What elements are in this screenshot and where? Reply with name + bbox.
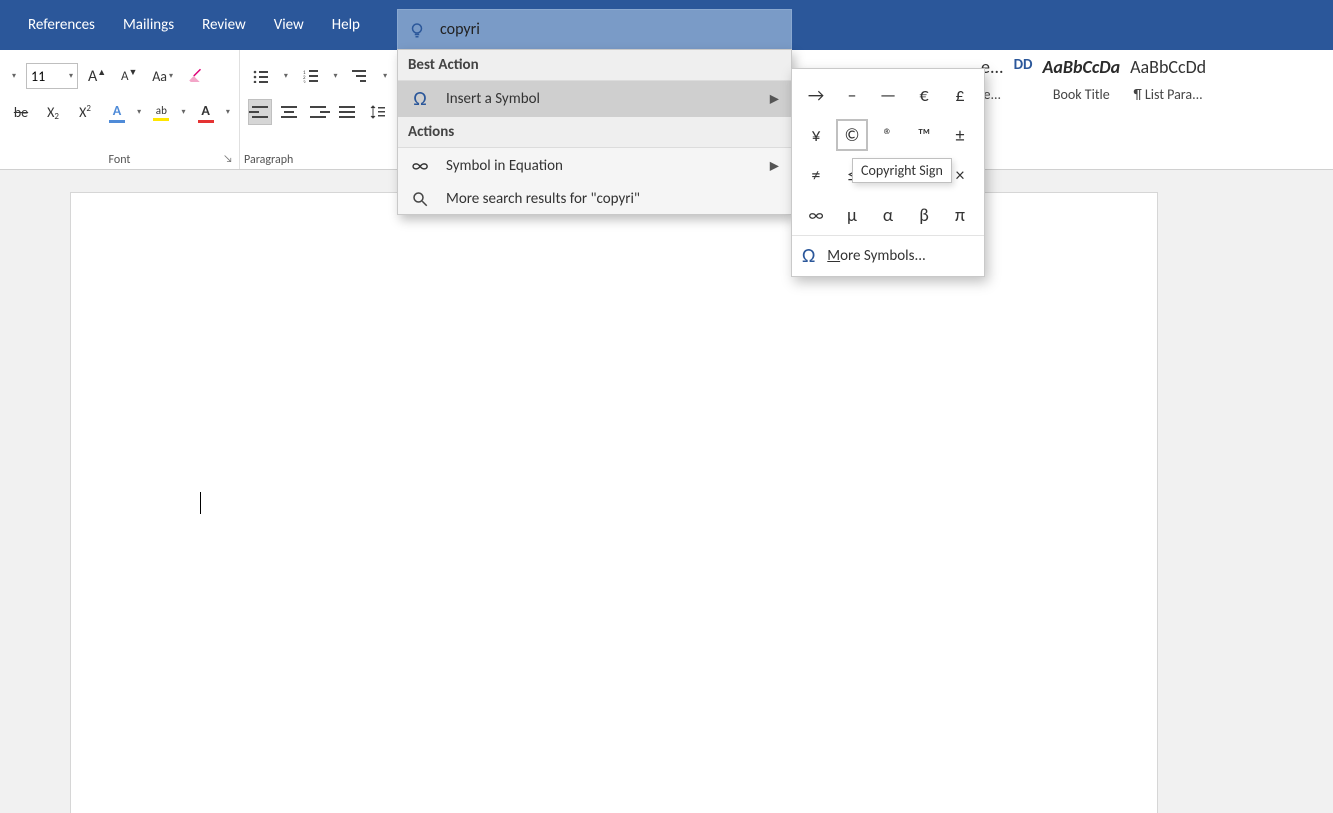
lightbulb-icon	[406, 19, 428, 41]
tab-review[interactable]: Review	[188, 0, 260, 50]
symbol-alpha[interactable]: α	[872, 199, 904, 231]
subscript-button[interactable]: X2	[40, 98, 66, 126]
document-page[interactable]	[70, 192, 1158, 813]
numbering-button[interactable]: 123	[298, 62, 324, 90]
font-size-value: 11	[31, 68, 45, 85]
symbol-euro[interactable]: €	[908, 79, 940, 111]
dd-header-actions: Actions	[398, 117, 791, 148]
dd-more-search[interactable]: More search results for "copyri"	[398, 184, 791, 214]
font-name-dropdown-arrow[interactable]: ▾	[8, 71, 20, 81]
more-symbols-label: More Symbols...	[827, 247, 926, 265]
highlight-arrow[interactable]: ▾	[180, 107, 186, 117]
tab-view[interactable]: View	[260, 0, 318, 50]
clear-formatting-button[interactable]	[183, 62, 209, 90]
font-group-launcher[interactable]: ↘	[221, 151, 235, 165]
style-name: Book Title	[1043, 86, 1121, 103]
symbol-tooltip: Copyright Sign	[852, 158, 952, 183]
change-case-button[interactable]: Aa ▾	[148, 62, 177, 90]
symbol-en-dash[interactable]: –	[836, 79, 868, 111]
tell-me-search[interactable]	[397, 9, 792, 49]
multilevel-list-button[interactable]	[347, 62, 373, 90]
dd-insert-symbol[interactable]: Ω Insert a Symbol ▶	[398, 81, 791, 117]
omega-icon: Ω	[408, 87, 432, 111]
dd-label: Insert a Symbol	[446, 90, 540, 108]
symbol-plus-minus[interactable]: ±	[944, 119, 976, 151]
multilevel-arrow[interactable]: ▾	[379, 71, 391, 81]
text-effects-button[interactable]: A	[104, 98, 130, 126]
align-left-button[interactable]	[248, 99, 272, 125]
style-item-booktitle[interactable]: AaBbCcDa Book Title	[1043, 56, 1121, 103]
search-icon	[408, 190, 432, 208]
paragraph-group-label: Paragraph	[240, 153, 399, 167]
chevron-down-icon: ▾	[69, 71, 73, 81]
symbol-infinity[interactable]: ∞	[800, 199, 832, 231]
font-group: ▾ 11 ▾ A▲ A▼ Aa ▾ be X2 X2 A ▾ ab ▾ A	[0, 50, 240, 169]
symbol-pound[interactable]: £	[944, 79, 976, 111]
tab-help[interactable]: Help	[318, 0, 374, 50]
more-symbols-item[interactable]: Ω More Symbols...	[792, 235, 984, 276]
shrink-font-button[interactable]: A▼	[116, 62, 142, 90]
submenu-arrow-icon: ▶	[770, 159, 779, 174]
symbol-arrow-right[interactable]: →	[800, 79, 832, 111]
font-color-button[interactable]: A	[193, 98, 219, 126]
symbol-trademark[interactable]: ™	[908, 119, 940, 151]
font-size-combo[interactable]: 11 ▾	[26, 63, 78, 89]
style-item-intense[interactable]: DD	[1014, 56, 1033, 74]
symbol-registered[interactable]: ®	[872, 119, 904, 151]
symbol-copyright[interactable]: ©	[836, 119, 868, 151]
symbol-micro[interactable]: µ	[836, 199, 868, 231]
strikethrough-button[interactable]: be	[8, 98, 34, 126]
symbol-not-equal[interactable]: ≠	[800, 159, 832, 191]
style-sample: AaBbCcDa	[1043, 56, 1121, 78]
symbol-pi[interactable]: π	[944, 199, 976, 231]
document-canvas[interactable]	[0, 170, 1333, 813]
styles-gallery: e... e... DD AaBbCcDa Book Title AaBbCcD…	[973, 50, 1333, 169]
infinity-icon: ∞	[408, 154, 432, 178]
style-sample: AaBbCcDd	[1130, 56, 1206, 78]
dd-label: Symbol in Equation	[446, 157, 563, 175]
line-spacing-button[interactable]	[365, 98, 391, 126]
paragraph-group: ▾ 123 ▾ ▾ Paragraph	[240, 50, 400, 169]
submenu-arrow-icon: ▶	[770, 92, 779, 107]
symbol-em-dash[interactable]: —	[872, 79, 904, 111]
bullets-arrow[interactable]: ▾	[280, 71, 292, 81]
dd-label: More search results for "copyri"	[446, 190, 640, 208]
font-group-label: Font	[0, 153, 239, 167]
tab-mailings[interactable]: Mailings	[109, 0, 188, 50]
grow-font-button[interactable]: A▲	[84, 62, 110, 90]
tell-me-dropdown: Best Action Ω Insert a Symbol ▶ Actions …	[397, 49, 792, 215]
symbol-yen[interactable]: ¥	[800, 119, 832, 151]
dd-symbol-in-equation[interactable]: ∞ Symbol in Equation ▶	[398, 148, 791, 184]
tell-me-input[interactable]	[440, 20, 783, 39]
bullets-button[interactable]	[248, 62, 274, 90]
align-right-button[interactable]	[307, 99, 330, 125]
style-item-listpara[interactable]: AaBbCcDd ¶ List Para...	[1130, 56, 1206, 103]
tab-references[interactable]: References	[14, 0, 109, 50]
dd-header-best-action: Best Action	[398, 50, 791, 81]
superscript-button[interactable]: X2	[72, 98, 98, 126]
text-effects-arrow[interactable]: ▾	[136, 107, 142, 117]
align-center-button[interactable]	[278, 99, 301, 125]
style-sample: DD	[1014, 56, 1033, 74]
symbol-beta[interactable]: β	[908, 199, 940, 231]
style-name: ¶ List Para...	[1130, 86, 1206, 103]
font-color-arrow[interactable]: ▾	[225, 107, 231, 117]
omega-icon: Ω	[802, 244, 815, 268]
highlight-button[interactable]: ab	[148, 98, 174, 126]
text-caret	[200, 492, 201, 514]
menu-tab-bar: References Mailings Review View Help	[0, 0, 1333, 50]
numbering-arrow[interactable]: ▾	[330, 71, 342, 81]
svg-text:3: 3	[303, 80, 306, 83]
justify-button[interactable]	[336, 99, 359, 125]
